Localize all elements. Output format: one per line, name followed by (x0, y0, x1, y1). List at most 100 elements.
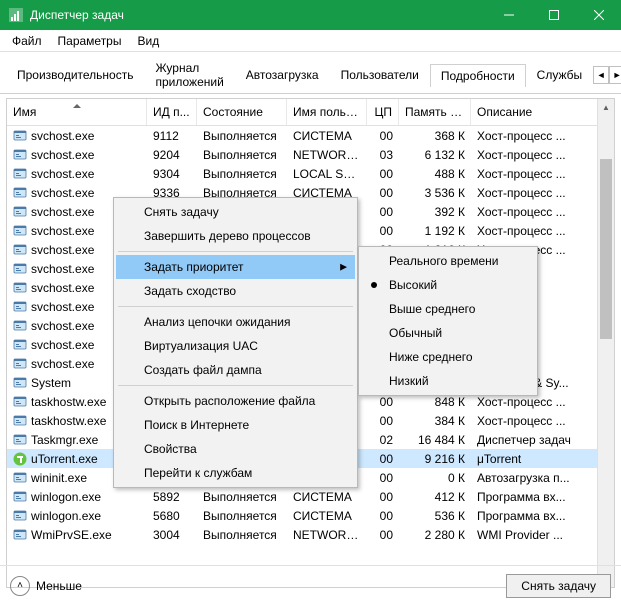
context-menu-item[interactable]: Поиск в Интернете (116, 413, 355, 437)
cell-name: svchost.exe (31, 319, 94, 333)
col-mem[interactable]: Память (ч... (399, 99, 471, 125)
process-icon (13, 357, 27, 371)
cell-cpu: 02 (367, 433, 399, 447)
process-icon (13, 281, 27, 295)
cell-mem: 368 К (399, 129, 471, 143)
menu-file[interactable]: Файл (4, 32, 50, 50)
cell-user: NETWORK... (287, 148, 367, 162)
tab-scroll-right[interactable]: ► (609, 66, 621, 84)
col-user[interactable]: Имя польз... (287, 99, 367, 125)
cell-pid: 9304 (147, 167, 197, 181)
context-menu-item[interactable]: Анализ цепочки ожидания (116, 310, 355, 334)
table-row[interactable]: WmiPrvSE.exe3004ВыполняетсяNETWORK...002… (7, 525, 614, 544)
priority-menu-item[interactable]: Реального времени (361, 249, 535, 273)
cell-cpu: 00 (367, 205, 399, 219)
cell-desc: Хост-процесс ... (471, 148, 614, 162)
cell-name: svchost.exe (31, 186, 94, 200)
cell-name: svchost.exe (31, 357, 94, 371)
cell-state: Выполняется (197, 528, 287, 542)
process-icon (13, 129, 27, 143)
minimize-button[interactable] (486, 0, 531, 30)
col-cpu[interactable]: ЦП (367, 99, 399, 125)
footer: ˄ Меньше Снять задачу (0, 565, 621, 605)
window-title: Диспетчер задач (30, 8, 486, 22)
cell-mem: 536 К (399, 509, 471, 523)
tab-services[interactable]: Службы (526, 63, 593, 86)
cell-name: svchost.exe (31, 338, 94, 352)
context-menu-item[interactable]: Задать сходство (116, 279, 355, 303)
context-menu-item[interactable]: Снять задачу (116, 200, 355, 224)
context-menu[interactable]: Снять задачуЗавершить дерево процессов За… (113, 197, 358, 488)
cell-desc: Диспетчер задач (471, 433, 614, 447)
cell-cpu: 03 (367, 148, 399, 162)
cell-name: svchost.exe (31, 262, 94, 276)
table-row[interactable]: winlogon.exe5680ВыполняетсяСИСТЕМА00536 … (7, 506, 614, 525)
cell-name: Taskmgr.exe (31, 433, 98, 447)
context-menu-item[interactable]: Виртуализация UAC (116, 334, 355, 358)
table-row[interactable]: svchost.exe9304ВыполняетсяLOCAL SE...004… (7, 164, 614, 183)
context-menu-item[interactable]: Свойства (116, 437, 355, 461)
tab-performance[interactable]: Производительность (6, 63, 144, 86)
tab-users[interactable]: Пользователи (330, 63, 430, 86)
cell-name: svchost.exe (31, 148, 94, 162)
context-menu-item[interactable]: Создать файл дампа (116, 358, 355, 382)
cell-cpu: 00 (367, 224, 399, 238)
scroll-thumb[interactable] (600, 159, 612, 339)
tab-app-history[interactable]: Журнал приложений (144, 56, 234, 93)
cell-mem: 1 192 К (399, 224, 471, 238)
process-icon (13, 167, 27, 181)
tab-scroll-left[interactable]: ◄ (593, 66, 609, 84)
menu-separator (118, 251, 353, 252)
cell-mem: 384 К (399, 414, 471, 428)
cell-mem: 9 216 К (399, 452, 471, 466)
context-menu-item[interactable]: Открыть расположение файла (116, 389, 355, 413)
titlebar[interactable]: Диспетчер задач (0, 0, 621, 30)
context-menu-item[interactable]: Задать приоритет▶ (116, 255, 355, 279)
end-task-button[interactable]: Снять задачу (506, 574, 611, 598)
col-pid[interactable]: ИД п... (147, 99, 197, 125)
menu-view[interactable]: Вид (129, 32, 167, 50)
col-desc[interactable]: Описание (471, 99, 614, 125)
cell-mem: 848 К (399, 395, 471, 409)
fewer-details-button[interactable]: ˄ Меньше (10, 576, 82, 596)
cell-pid: 9112 (147, 129, 197, 143)
cell-state: Выполняется (197, 490, 287, 504)
priority-submenu[interactable]: Реального времениВысокийВыше среднегоОбы… (358, 246, 538, 396)
col-name[interactable]: Имя (7, 99, 147, 125)
process-icon (13, 490, 27, 504)
process-icon (13, 376, 27, 390)
cell-mem: 2 280 К (399, 528, 471, 542)
process-icon (13, 148, 27, 162)
cell-desc: μTorrent (471, 452, 614, 466)
col-state[interactable]: Состояние (197, 99, 287, 125)
cell-cpu: 00 (367, 414, 399, 428)
table-row[interactable]: svchost.exe9112ВыполняетсяСИСТЕМА00368 К… (7, 126, 614, 145)
context-menu-item[interactable]: Перейти к службам (116, 461, 355, 485)
process-icon (13, 319, 27, 333)
priority-menu-item[interactable]: Обычный (361, 321, 535, 345)
vertical-scrollbar[interactable]: ▲ ▼ (597, 99, 614, 587)
radio-checked-icon (371, 282, 377, 288)
menu-options[interactable]: Параметры (50, 32, 130, 50)
cell-mem: 488 К (399, 167, 471, 181)
cell-desc: WMI Provider ... (471, 528, 614, 542)
priority-menu-item[interactable]: Выше среднего (361, 297, 535, 321)
cell-desc: Программа вх... (471, 509, 614, 523)
table-row[interactable]: svchost.exe9204ВыполняетсяNETWORK...036 … (7, 145, 614, 164)
tab-startup[interactable]: Автозагрузка (235, 63, 330, 86)
cell-pid: 5892 (147, 490, 197, 504)
context-menu-item[interactable]: Завершить дерево процессов (116, 224, 355, 248)
priority-menu-item[interactable]: Высокий (361, 273, 535, 297)
scroll-up-icon[interactable]: ▲ (598, 99, 614, 116)
cell-mem: 3 536 К (399, 186, 471, 200)
cell-desc: Хост-процесс ... (471, 129, 614, 143)
priority-menu-item[interactable]: Ниже среднего (361, 345, 535, 369)
priority-menu-item[interactable]: Низкий (361, 369, 535, 393)
table-row[interactable]: winlogon.exe5892ВыполняетсяСИСТЕМА00412 … (7, 487, 614, 506)
maximize-button[interactable] (531, 0, 576, 30)
close-button[interactable] (576, 0, 621, 30)
cell-name: svchost.exe (31, 167, 94, 181)
process-icon (13, 452, 27, 466)
tab-details[interactable]: Подробности (430, 64, 526, 87)
cell-mem: 6 132 К (399, 148, 471, 162)
